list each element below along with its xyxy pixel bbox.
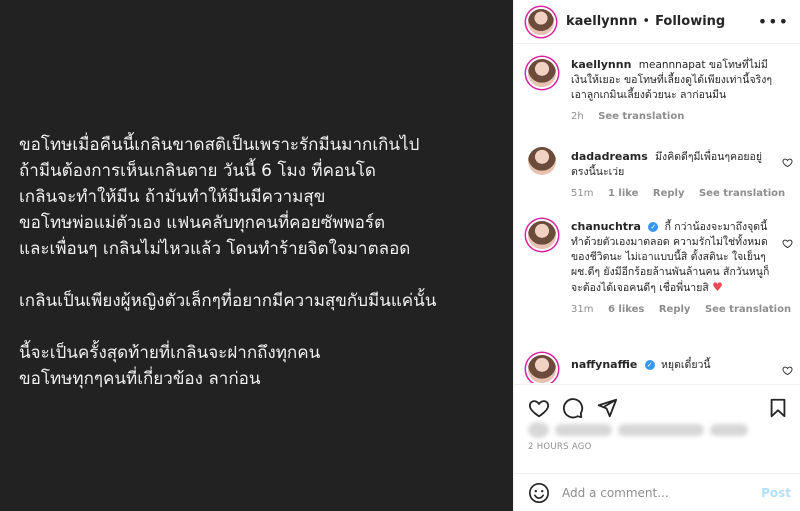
post-line: และเพื่อนๆ เกลินไม่ไหวแล้ว โดนทำร้ายจิตใ…	[19, 239, 411, 259]
post-header: kaellynnn • Following •••	[514, 0, 800, 44]
post-line: ขอโทษพ่อแม่ตัวเอง แฟนคลับทุกคนที่คอยซัพพ…	[19, 213, 386, 233]
comments-list[interactable]: kaellynnn meannnapat ขอโทษที่ไม่มีเงินให…	[514, 45, 800, 383]
liker-avatar	[528, 422, 549, 438]
comment-body: naffynaffie ✓ หยุดเดี๋ยวนี้	[571, 357, 776, 373]
comment-likes[interactable]: 6 likes	[608, 304, 644, 315]
post-paragraph-2: เกลินเป็นเพียงผู้หญิงตัวเล็กๆที่อยากมีคว…	[19, 288, 509, 314]
separator-dot: •	[642, 14, 651, 29]
comment-body: chanuchtra ✓ กี้ กว่าน้องจะมาถึงจุดนี้ทำ…	[571, 219, 791, 317]
see-translation-link[interactable]: See translation	[699, 188, 785, 199]
see-translation-link[interactable]: See translation	[598, 111, 684, 122]
comment-username[interactable]: naffynaffie	[571, 358, 637, 371]
comment-username[interactable]: chanuchtra	[571, 220, 641, 233]
following-button[interactable]: Following	[655, 14, 725, 29]
comment-like-icon[interactable]	[782, 157, 793, 168]
post-line: เกลินจะทำให้มีน ถ้ามันทำให้มีนมีความสุข	[19, 187, 326, 207]
comment-meta: 31m 6 likes Reply See translation	[571, 302, 791, 317]
comment-time[interactable]: 31m	[571, 304, 593, 315]
comment-like-icon[interactable]	[782, 365, 793, 376]
verified-badge-icon: ✓	[644, 360, 655, 370]
speech-bubble-icon[interactable]	[562, 397, 584, 419]
commenter-avatar[interactable]	[528, 355, 556, 383]
author-username[interactable]: kaellynnn	[566, 14, 637, 29]
bookmark-icon[interactable]	[767, 397, 789, 419]
post-line: ขอโทษเมื่อคืนนี้เกลินขาดสติเป็นเพราะรักม…	[19, 135, 420, 155]
post-text: ขอโทษเมื่อคืนนี้เกลินขาดสติเป็นเพราะรักม…	[19, 132, 509, 392]
commenter-avatar[interactable]	[528, 59, 556, 87]
likes-summary-blurred[interactable]	[528, 421, 748, 439]
reply-button[interactable]: Reply	[653, 188, 685, 199]
heart-outline-icon[interactable]	[528, 397, 550, 419]
post-line: ขอโทษทุกๆคนที่เกี่ยวข้อง ลาก่อน	[19, 369, 261, 389]
post-line: เกลินเป็นเพียงผู้หญิงตัวเล็กๆที่อยากมีคว…	[19, 291, 437, 311]
post-line: ถ้ามีนต้องการเห็นเกลินตาย วันนี้ 6 โมง ท…	[19, 161, 376, 181]
comment-time[interactable]: 2h	[571, 111, 584, 122]
add-comment-bar: Post	[514, 473, 800, 511]
author-avatar[interactable]	[528, 8, 554, 35]
comment-username[interactable]: kaellynnn	[571, 58, 631, 71]
see-translation-link[interactable]: See translation	[705, 304, 791, 315]
commenter-avatar[interactable]	[528, 147, 556, 175]
blurred-text	[709, 424, 748, 436]
comment-body: kaellynnn meannnapat ขอโทษที่ไม่มีเงินให…	[571, 57, 776, 124]
blurred-text	[554, 424, 613, 436]
comment-time[interactable]: 51m	[571, 188, 593, 199]
post-paragraph-3: นี้จะเป็นครั้งสุดท้ายที่เกลินจะฝากถึงทุก…	[19, 340, 509, 392]
blurred-text	[618, 424, 704, 436]
comment-likes[interactable]: 1 like	[608, 188, 638, 199]
post-image: ขอโทษเมื่อคืนนี้เกลินขาดสติเป็นเพราะรักม…	[0, 0, 513, 511]
comment-username[interactable]: dadadreams	[571, 150, 648, 163]
reply-button[interactable]: Reply	[659, 304, 691, 315]
comment-input[interactable]	[562, 485, 752, 500]
commenter-avatar[interactable]	[528, 221, 556, 249]
smiley-icon[interactable]	[528, 482, 550, 504]
comment-like-icon[interactable]	[782, 238, 793, 249]
comment-text: หยุดเดี๋ยวนี้	[661, 359, 711, 371]
comment-body: dadadreams มึงคิดดีๆมีเพื่อนๆคอยอยู่ตรงน…	[571, 149, 785, 201]
verified-badge-icon: ✓	[648, 222, 659, 232]
red-heart-emoji: ♥	[712, 280, 723, 294]
comment-mention[interactable]: meannnapat	[639, 59, 706, 71]
side-panel: kaellynnn • Following ••• kaellynnn mean…	[513, 0, 800, 511]
comment-meta: 2h See translation	[571, 109, 776, 124]
post-paragraph-1: ขอโทษเมื่อคืนนี้เกลินขาดสติเป็นเพราะรักม…	[19, 132, 509, 262]
more-options-icon[interactable]: •••	[758, 12, 789, 31]
post-line: นี้จะเป็นครั้งสุดท้ายที่เกลินจะฝากถึงทุก…	[19, 343, 321, 363]
post-comment-button[interactable]: Post	[761, 486, 791, 500]
post-timestamp[interactable]: 2 HOURS AGO	[528, 442, 592, 452]
paper-plane-icon[interactable]	[596, 397, 618, 419]
comment-meta: 51m 1 like Reply See translation	[571, 186, 785, 201]
